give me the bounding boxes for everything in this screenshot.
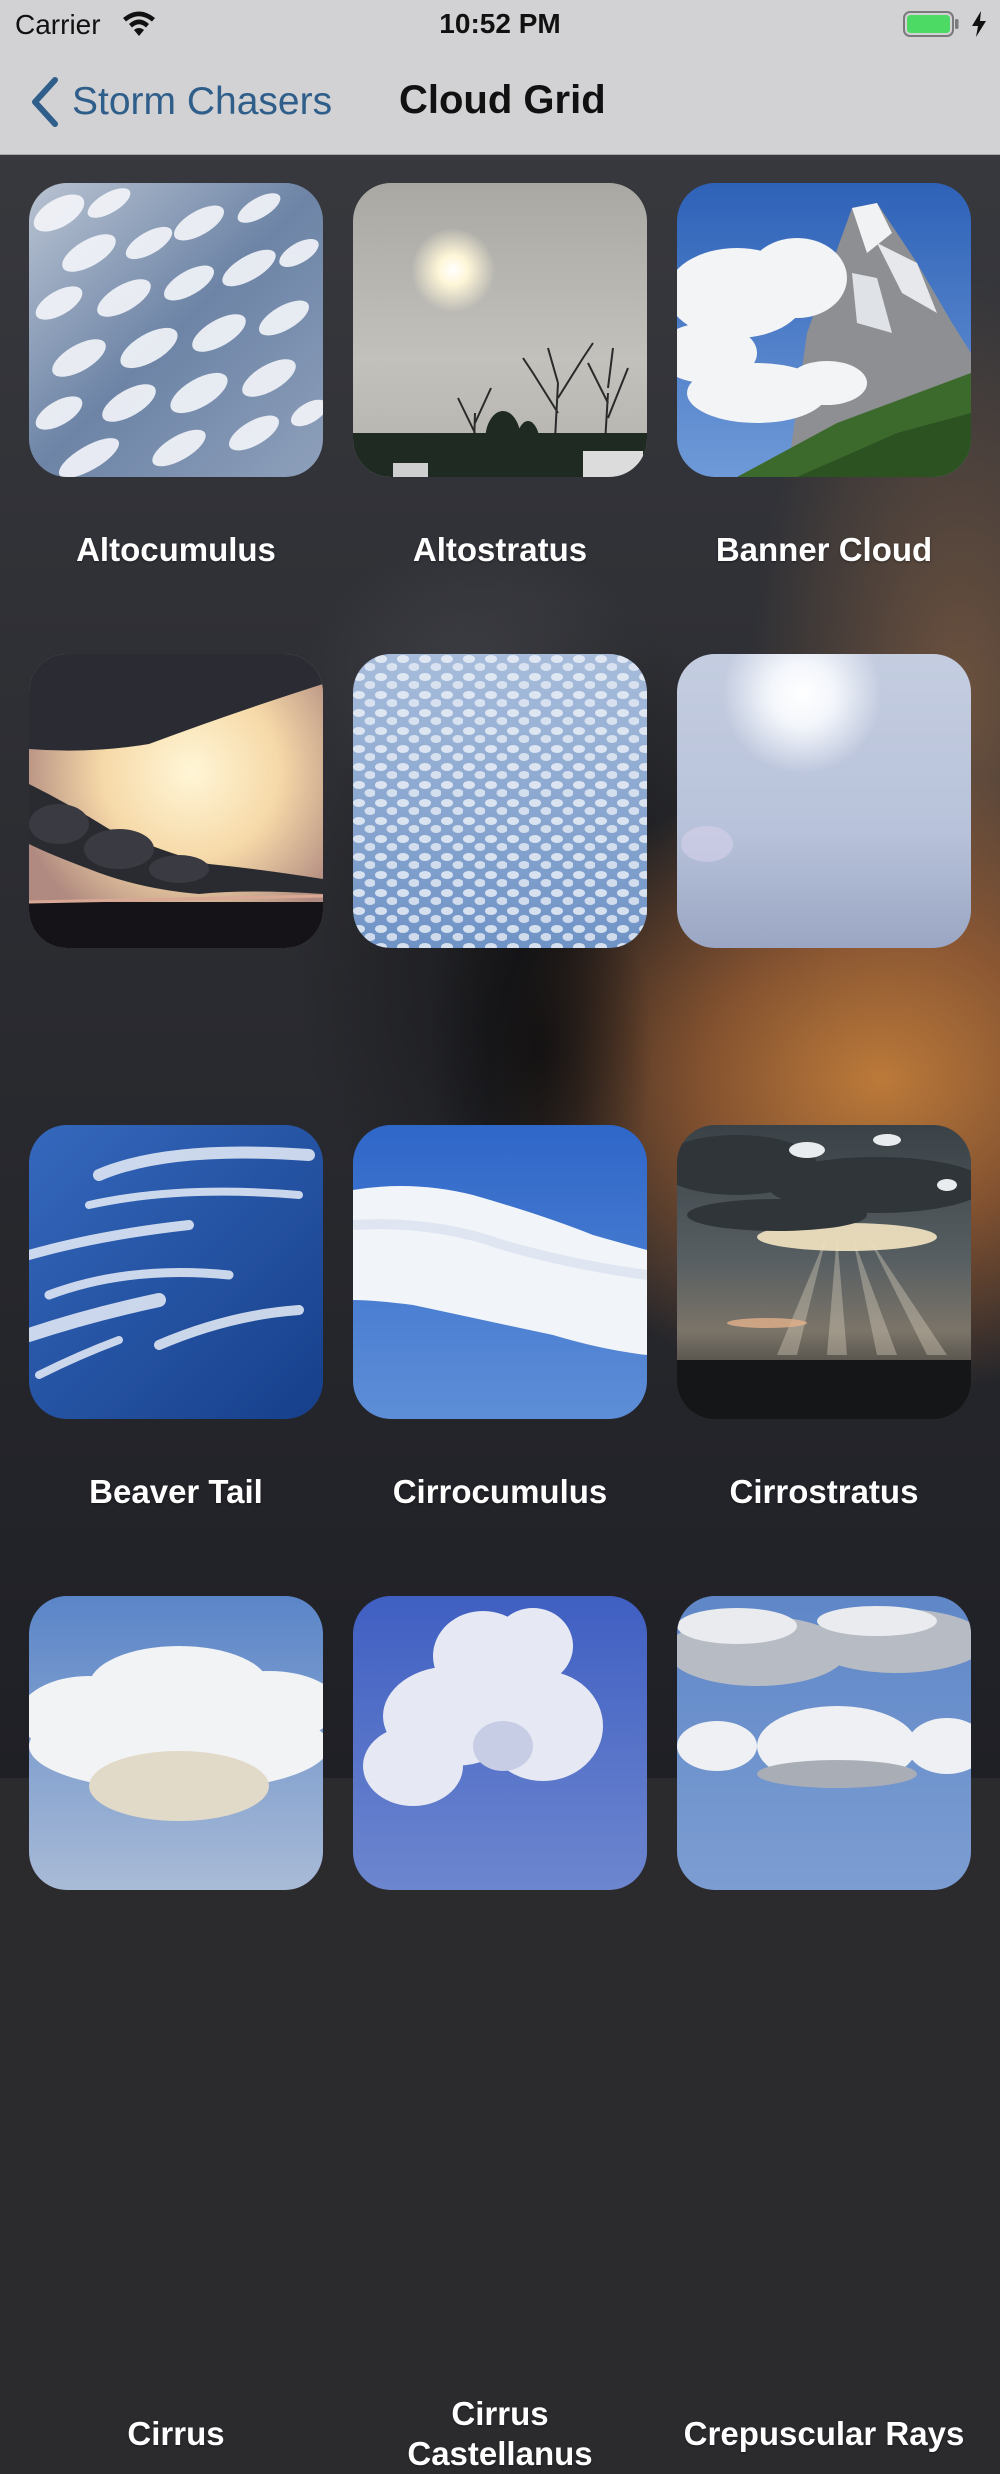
- cloud-thumbnail[interactable]: [677, 183, 971, 477]
- nav-bar: Storm Chasers Cloud Grid: [0, 50, 1000, 154]
- cumulus-photo: [677, 1596, 971, 1890]
- charging-bolt-icon: [972, 11, 986, 37]
- battery-icon: [903, 11, 959, 37]
- cloud-thumbnail[interactable]: [677, 1596, 971, 1890]
- cloud-thumbnail[interactable]: [353, 1125, 647, 1419]
- cloud-name: Cirrostratus: [729, 1473, 919, 1510]
- altocumulus-photo: [29, 183, 323, 477]
- navigation-header: Carrier 10:52 PM Storm Chasers Cloud Gri…: [0, 0, 1000, 155]
- cloud-thumbnail[interactable]: [677, 1125, 971, 1419]
- cloud-thumbnail[interactable]: [29, 1596, 323, 1890]
- crepuscular-rays-photo: [677, 1125, 971, 1419]
- cumulus-tower-photo: [353, 1596, 647, 1890]
- cloud-name: Altocumulus: [76, 531, 276, 568]
- chevron-left-icon: [32, 77, 58, 127]
- cirrus-castellanus-photo: [353, 1125, 647, 1419]
- altostratus-photo: [353, 183, 647, 477]
- cloud-name: Cirrus: [127, 2415, 225, 2452]
- cloud-thumbnail[interactable]: [29, 1125, 323, 1419]
- cloud-thumbnail[interactable]: [353, 183, 647, 477]
- cloud-thumbnail[interactable]: [353, 1596, 647, 1890]
- cloud-thumbnail[interactable]: [29, 183, 323, 477]
- back-button-label: Storm Chasers: [72, 80, 333, 123]
- cloud-name: Cirrocumulus: [392, 1473, 608, 1510]
- cirrus-photo: [29, 1125, 323, 1419]
- cirrostratus-photo: [677, 654, 971, 948]
- cloud-name: Crepuscular Rays: [683, 2415, 965, 2452]
- cloud-name: Cirrus Castellanus: [407, 2395, 593, 2472]
- clock-time: 10:52 PM: [439, 8, 561, 39]
- cloud-name: Altostratus: [412, 531, 588, 568]
- banner-cloud-photo: [677, 183, 971, 477]
- cloud-name: Banner Cloud: [715, 531, 933, 568]
- cirrocumulus-photo: [353, 654, 647, 948]
- beaver-tail-photo: [29, 654, 323, 948]
- status-bar: Carrier 10:52 PM: [0, 0, 1000, 50]
- cloud-thumbnail[interactable]: [677, 654, 971, 948]
- cumulonimbus-photo: [29, 1596, 323, 1890]
- page-title: Cloud Grid: [399, 78, 606, 122]
- cloud-thumbnail[interactable]: [29, 654, 323, 948]
- cloud-thumbnail[interactable]: [353, 654, 647, 948]
- back-button[interactable]: Storm Chasers: [28, 74, 332, 130]
- cloud-name: Beaver Tail: [89, 1473, 263, 1510]
